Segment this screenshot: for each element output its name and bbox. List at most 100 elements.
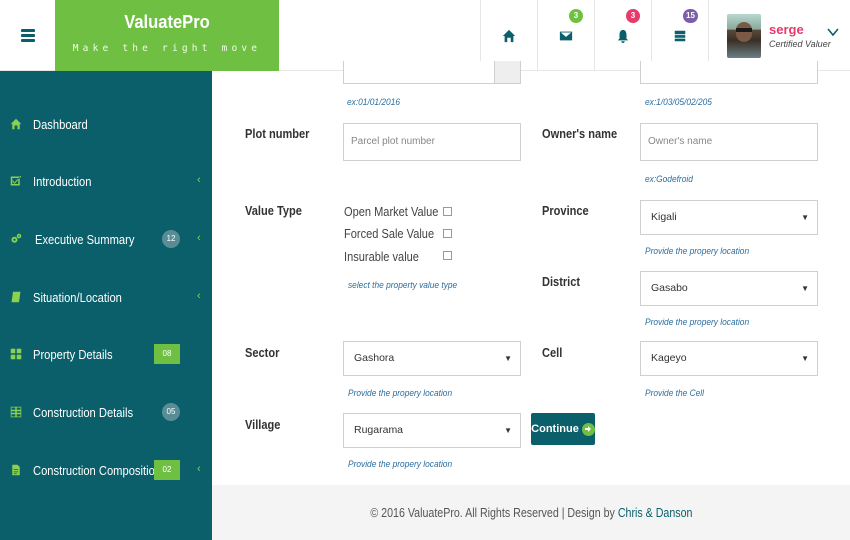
user-name: serge — [769, 22, 804, 37]
caret-down-icon: ▼ — [801, 354, 809, 363]
option-label: Insurable value — [344, 248, 419, 264]
server-icon — [674, 30, 686, 41]
notifications-count-badge: 3 — [626, 9, 640, 23]
envelope-icon — [559, 31, 573, 40]
menu-toggle-button[interactable] — [0, 0, 55, 71]
sidebar-item-label: Construction Composition — [33, 462, 162, 478]
messages-button[interactable]: 3 — [537, 0, 594, 71]
sidebar-item-construction-composition[interactable]: Construction Composition 02 ‹ — [0, 455, 212, 485]
district-hint: Provide the propery location — [645, 317, 750, 328]
plot-number-label: Plot number — [245, 126, 310, 141]
avatar — [727, 13, 761, 58]
value-type-option: Forced Sale Value — [344, 223, 442, 243]
home-icon — [502, 29, 516, 42]
date-hint: ex:01/01/2016 — [347, 97, 401, 108]
caret-down-icon: ▼ — [801, 284, 809, 293]
sidebar-item-dashboard[interactable]: Dashboard — [0, 109, 212, 139]
count-badge: 08 — [154, 344, 180, 364]
brand-tagline: Make the right move — [72, 43, 262, 54]
copyright-text: © 2016 ValuatePro. All Rights Reserved |… — [369, 505, 615, 520]
owners-name-label: Owner's name — [542, 126, 618, 141]
owners-name-hint: ex:Godefroid — [645, 174, 693, 185]
sector-value: Gashora — [354, 352, 395, 364]
user-role: Certified Valuer — [769, 39, 831, 49]
caret-down-icon: ▼ — [504, 354, 512, 363]
insurable-value-checkbox[interactable] — [443, 251, 452, 260]
province-value: Kigali — [651, 211, 677, 223]
gears-icon — [10, 233, 22, 245]
brand-logo[interactable]: ValuatePro Make the right move — [55, 0, 279, 71]
hamburger-icon — [20, 27, 35, 44]
value-type-label: Value Type — [245, 203, 302, 218]
home-icon — [10, 118, 22, 130]
district-select[interactable]: Gasabo ▼ — [640, 271, 818, 306]
reference-field[interactable] — [640, 61, 818, 84]
village-hint: Provide the propery location — [348, 459, 453, 470]
province-select[interactable]: Kigali ▼ — [640, 200, 818, 235]
count-badge: 12 — [162, 230, 180, 248]
sidebar-item-label: Construction Details — [33, 404, 134, 420]
property-form: ex:01/01/2016 ex:1/03/05/02/205 Plot num… — [212, 61, 850, 485]
chevron-left-icon: ‹ — [197, 174, 201, 186]
province-hint: Provide the propery location — [645, 246, 750, 257]
sidebar-item-construction-details[interactable]: Construction Details 05 — [0, 397, 212, 427]
sidebar-item-property-details[interactable]: Property Details 08 — [0, 339, 212, 369]
book-icon — [10, 291, 22, 303]
checkbox-icon — [10, 175, 22, 187]
footer-text: © 2016 ValuatePro. All Rights Reserved |… — [370, 485, 692, 540]
sidebar-item-label: Introduction — [33, 173, 92, 189]
sector-label: Sector — [245, 345, 280, 360]
forced-sale-value-checkbox[interactable] — [443, 229, 452, 238]
sector-hint: Provide the propery location — [348, 388, 453, 399]
sidebar-item-label: Situation/Location — [33, 289, 122, 305]
village-label: Village — [245, 417, 281, 432]
sidebar-item-executive-summary[interactable]: Executive Summary 12 ‹ — [0, 224, 212, 254]
footer: © 2016 ValuatePro. All Rights Reserved |… — [212, 485, 850, 540]
tasks-count-badge: 15 — [683, 9, 698, 23]
option-label: Forced Sale Value — [344, 225, 435, 241]
value-type-option: Open Market Value — [344, 201, 442, 221]
value-type-hint: select the property value type — [348, 280, 458, 291]
cell-value: Kageyo — [651, 352, 687, 364]
chevron-left-icon: ‹ — [197, 232, 201, 244]
cell-hint: Provide the Cell — [645, 388, 705, 399]
messages-count-badge: 3 — [569, 9, 583, 23]
village-select[interactable]: Rugarama ▼ — [343, 413, 521, 448]
count-badge: 05 — [162, 403, 180, 421]
count-badge: 02 — [154, 460, 180, 480]
continue-label: Continue — [531, 423, 579, 435]
option-label: Open Market Value — [344, 203, 439, 219]
district-value: Gasabo — [651, 282, 688, 294]
district-label: District — [542, 274, 581, 289]
chevron-left-icon: ‹ — [197, 290, 201, 302]
sidebar-item-label: Executive Summary — [35, 231, 135, 247]
continue-button[interactable]: Continue — [531, 413, 595, 445]
village-value: Rugarama — [354, 424, 404, 436]
caret-down-icon: ▼ — [504, 426, 512, 435]
plot-number-input[interactable]: Parcel plot number — [343, 123, 521, 161]
owners-name-input[interactable]: Owner's name — [640, 123, 818, 161]
cell-select[interactable]: Kageyo ▼ — [640, 341, 818, 376]
chevron-left-icon: ‹ — [197, 463, 201, 475]
table-icon — [10, 406, 22, 418]
arrow-right-circle-icon — [581, 422, 595, 436]
sidebar-item-situation-location[interactable]: Situation/Location ‹ — [0, 282, 212, 312]
sector-select[interactable]: Gashora ▼ — [343, 341, 521, 376]
province-label: Province — [542, 203, 589, 218]
grid-icon — [10, 348, 22, 360]
reference-hint: ex:1/03/05/02/205 — [645, 97, 712, 108]
open-market-value-checkbox[interactable] — [443, 207, 452, 216]
value-type-option: Insurable value — [344, 246, 442, 266]
sidebar-item-introduction[interactable]: Introduction ‹ — [0, 166, 212, 196]
sidebar-item-label: Property Details — [33, 346, 113, 362]
chevron-down-icon — [827, 28, 839, 37]
bell-icon — [617, 29, 629, 43]
caret-down-icon: ▼ — [801, 213, 809, 222]
date-picker-button[interactable] — [494, 61, 521, 84]
cell-label: Cell — [542, 345, 563, 360]
document-icon — [10, 464, 22, 476]
brand-name: ValuatePro — [124, 12, 210, 32]
sidebar: Dashboard Introduction ‹ Executive Summa… — [0, 71, 212, 540]
sidebar-item-label: Dashboard — [33, 116, 88, 132]
designer-link[interactable]: Chris & Danson — [617, 505, 692, 520]
